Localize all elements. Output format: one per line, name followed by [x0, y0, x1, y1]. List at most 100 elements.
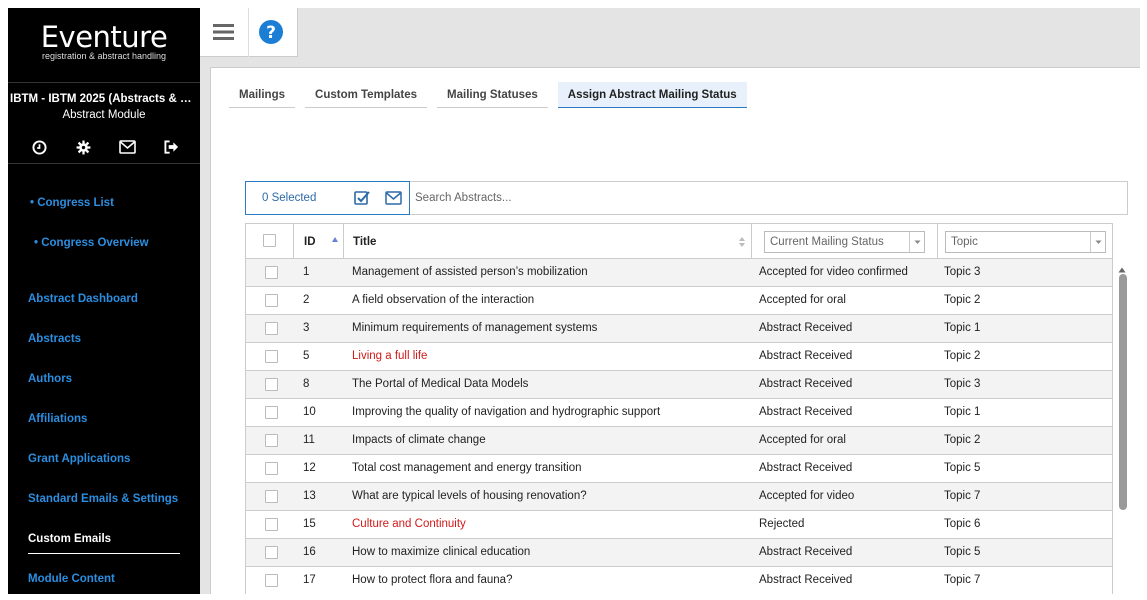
row-checkbox[interactable]: [265, 518, 278, 531]
table-row[interactable]: 5 Living a full life Abstract Received Topi…: [245, 343, 1113, 371]
module-name: Abstract Module: [62, 109, 146, 121]
cell-topic: Topic 5: [944, 462, 981, 474]
topic-filter-select[interactable]: Topic: [945, 231, 1106, 253]
cell-status: Abstract Received: [759, 574, 853, 586]
row-checkbox[interactable]: [265, 350, 278, 363]
selected-count[interactable]: 0 Selected: [262, 192, 316, 204]
cell-topic: Topic 1: [944, 322, 981, 334]
column-header-title: Title: [353, 236, 377, 248]
table-row[interactable]: 16 How to maximize clinical education Abst…: [245, 539, 1113, 567]
cell-title[interactable]: How to maximize clinical education: [352, 546, 530, 558]
cell-topic: Topic 5: [944, 546, 981, 558]
cell-title[interactable]: A field observation of the interaction: [352, 294, 534, 306]
status-filter-select[interactable]: Current Mailing Status: [764, 231, 925, 253]
row-checkbox[interactable]: [265, 490, 278, 503]
table-row[interactable]: 11 Impacts of climate change Accepted for …: [245, 427, 1113, 455]
help-icon[interactable]: ?: [258, 19, 284, 45]
row-checkbox[interactable]: [265, 294, 278, 307]
grid-scrollbar[interactable]: [1116, 258, 1128, 594]
clock-icon[interactable]: [30, 138, 48, 156]
selection-box: 0 Selected: [245, 181, 410, 215]
cell-title[interactable]: Management of assisted person’s mobiliza…: [352, 266, 588, 278]
cell-title[interactable]: Improving the quality of navigation and …: [352, 406, 660, 418]
check-all-icon[interactable]: [354, 190, 370, 206]
cell-title[interactable]: Minimum requirements of management syste…: [352, 322, 597, 334]
table-row[interactable]: 10 Improving the quality of navigation an…: [245, 399, 1113, 427]
cell-topic: Topic 7: [944, 574, 981, 586]
row-checkbox[interactable]: [265, 434, 278, 447]
table-row[interactable]: 17 How to protect flora and fauna? Abstrac…: [245, 567, 1113, 594]
cell-id: 17: [303, 574, 316, 586]
tab-custom-templates[interactable]: Custom Templates: [305, 82, 428, 108]
cell-id: 5: [303, 350, 310, 362]
mail-icon[interactable]: [118, 138, 136, 156]
sidebar-item-custom-emails[interactable]: Custom Emails: [28, 533, 111, 545]
row-checkbox[interactable]: [265, 406, 278, 419]
table-row[interactable]: 8 The Portal of Medical Data Models Abstra…: [245, 371, 1113, 399]
row-checkbox[interactable]: [265, 574, 278, 587]
sort-icon[interactable]: [738, 236, 746, 248]
header-title-cell[interactable]: Title: [344, 224, 752, 259]
table-row[interactable]: 2 A field observation of the interaction A…: [245, 287, 1113, 315]
sidebar-link-congress-list[interactable]: • Congress List: [30, 197, 114, 209]
header-topic-cell: Topic: [938, 224, 1112, 259]
sidebar-item-affiliations[interactable]: Affiliations: [28, 413, 87, 425]
cell-topic: Topic 2: [944, 434, 981, 446]
sidebar-item-abstract-dashboard[interactable]: Abstract Dashboard: [28, 293, 138, 305]
cell-status: Accepted for oral: [759, 434, 846, 446]
sidebar-item-grant-applications[interactable]: Grant Applications: [28, 453, 130, 465]
row-checkbox[interactable]: [265, 378, 278, 391]
sort-asc-icon[interactable]: [331, 233, 339, 245]
sidebar-item-module-content[interactable]: Module Content: [28, 573, 115, 585]
cell-id: 3: [303, 322, 310, 334]
abstracts-grid: ID Title Current Mailing Status Topic 1 …: [245, 223, 1113, 594]
cell-title[interactable]: How to protect flora and fauna?: [352, 574, 512, 586]
mail-icon[interactable]: [385, 191, 402, 205]
search-input[interactable]: [410, 181, 1128, 215]
sidebar-item-standard-emails[interactable]: Standard Emails & Settings: [28, 493, 178, 505]
cell-status: Abstract Received: [759, 322, 853, 334]
cell-title[interactable]: Culture and Continuity: [352, 518, 466, 530]
row-checkbox[interactable]: [265, 322, 278, 335]
table-row[interactable]: 13 What are typical levels of housing ren…: [245, 483, 1113, 511]
table-row[interactable]: 15 Culture and Continuity Rejected Topic 6: [245, 511, 1113, 539]
hamburger-icon[interactable]: [212, 22, 236, 42]
header-select-cell: [246, 224, 294, 259]
select-all-checkbox[interactable]: [263, 234, 276, 247]
table-row[interactable]: 3 Minimum requirements of management syst…: [245, 315, 1113, 343]
cell-title[interactable]: Total cost management and energy transit…: [352, 462, 582, 474]
row-checkbox[interactable]: [265, 266, 278, 279]
cell-id: 13: [303, 490, 316, 502]
chevron-down-icon[interactable]: [1090, 232, 1105, 252]
tab-mailings[interactable]: Mailings: [229, 82, 296, 108]
table-row[interactable]: 1 Management of assisted person’s mobiliz…: [245, 259, 1113, 287]
sidebar-item-authors[interactable]: Authors: [28, 373, 72, 385]
gear-icon[interactable]: [74, 138, 92, 156]
tab-mailing-statuses[interactable]: Mailing Statuses: [437, 82, 548, 108]
cell-status: Abstract Received: [759, 546, 853, 558]
cell-status: Abstract Received: [759, 378, 853, 390]
logout-icon[interactable]: [162, 138, 180, 156]
cell-title[interactable]: Living a full life: [352, 350, 427, 362]
sidebar-item-abstracts[interactable]: Abstracts: [28, 333, 81, 345]
table-row[interactable]: 12 Total cost management and energy trans…: [245, 455, 1113, 483]
scroll-up-icon[interactable]: [1118, 262, 1126, 273]
cell-title[interactable]: The Portal of Medical Data Models: [352, 378, 528, 390]
cell-status: Rejected: [759, 518, 805, 530]
sidebar-icon-bar: [30, 138, 180, 156]
header-id-cell[interactable]: ID: [294, 224, 344, 259]
cell-title[interactable]: Impacts of climate change: [352, 434, 486, 446]
chevron-down-icon[interactable]: [909, 232, 924, 252]
cell-id: 10: [303, 406, 316, 418]
row-checkbox[interactable]: [265, 546, 278, 559]
scrollbar-thumb[interactable]: [1119, 274, 1127, 510]
logo-tagline: registration & abstract handling: [41, 51, 167, 61]
row-checkbox[interactable]: [265, 462, 278, 475]
cell-title[interactable]: What are typical levels of housing renov…: [352, 490, 587, 502]
cell-id: 16: [303, 546, 316, 558]
main-panel: Mailings Custom Templates Mailing Status…: [210, 67, 1140, 594]
grid-toolbar: 0 Selected: [245, 181, 1128, 215]
cell-topic: Topic 7: [944, 490, 981, 502]
tab-assign-abstract-mailing-status[interactable]: Assign Abstract Mailing Status: [557, 82, 747, 108]
sidebar-link-congress-overview[interactable]: • Congress Overview: [34, 237, 149, 249]
